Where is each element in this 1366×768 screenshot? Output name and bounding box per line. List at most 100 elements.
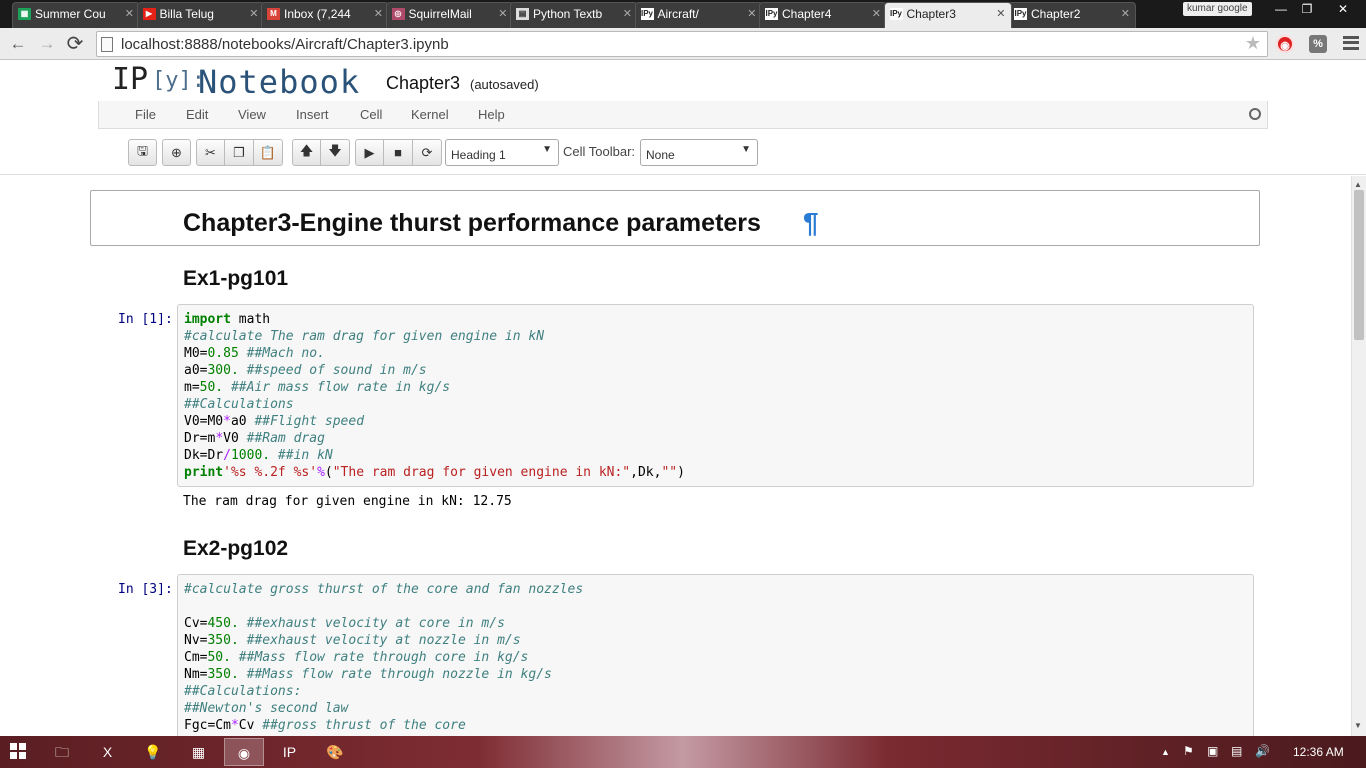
menu-insert[interactable]: Insert bbox=[296, 107, 329, 122]
scrollbar-thumb[interactable] bbox=[1354, 190, 1364, 340]
ex1-heading: Ex1-pg101 bbox=[183, 267, 289, 290]
tab-inbox-7-244[interactable]: M Inbox (7,244 ✕ bbox=[261, 2, 389, 28]
close-tab-icon[interactable]: ✕ bbox=[125, 3, 134, 25]
save-group: 🖫 bbox=[128, 139, 157, 166]
move-group: 🡅 🡇 bbox=[292, 139, 350, 166]
code-line: Dr=m*V0 ##Ram drag bbox=[184, 431, 325, 446]
move-up-icon[interactable]: 🡅 bbox=[292, 139, 321, 166]
tab-summer-cou[interactable]: ▦ Summer Cou ✕ bbox=[12, 2, 140, 28]
heading-cell[interactable]: Chapter3-Engine thurst performance param… bbox=[90, 190, 1260, 246]
close-tab-icon[interactable]: ✕ bbox=[498, 3, 507, 25]
network-icon[interactable]: ▣ bbox=[1207, 744, 1218, 758]
copy-icon[interactable]: ❐ bbox=[225, 139, 254, 166]
close-tab-icon[interactable]: ✕ bbox=[1121, 3, 1130, 25]
close-tab-icon[interactable]: ✕ bbox=[374, 3, 383, 25]
cut-icon[interactable]: ✂ bbox=[196, 139, 225, 166]
menu-kernel[interactable]: Kernel bbox=[411, 107, 449, 122]
code-line: #calculate gross thurst of the core and … bbox=[184, 582, 584, 597]
code-line: a0=300. ##speed of sound in m/s bbox=[184, 363, 427, 378]
tab-label: Chapter2 bbox=[1031, 7, 1081, 21]
code-cell-1[interactable]: import math #calculate The ram drag for g… bbox=[177, 304, 1254, 487]
chevron-down-icon: ▼ bbox=[542, 144, 552, 155]
code-line: ##Calculations bbox=[184, 397, 294, 412]
save-icon[interactable]: 🖫 bbox=[128, 139, 157, 166]
back-icon[interactable]: ← bbox=[7, 33, 29, 55]
forward-icon[interactable]: → bbox=[36, 33, 58, 55]
code-cell-2[interactable]: #calculate gross thurst of the core and … bbox=[177, 574, 1254, 736]
anchor-link-icon[interactable]: ¶ bbox=[803, 207, 819, 239]
clock[interactable]: 12:36 AM bbox=[1293, 745, 1344, 759]
code-line: ##Newton's second law bbox=[184, 701, 349, 716]
adblock-icon[interactable]: ◉ bbox=[1276, 35, 1294, 53]
menu-cell[interactable]: Cell bbox=[360, 107, 382, 122]
code-editor-1[interactable]: import math #calculate The ram drag for g… bbox=[178, 305, 1253, 481]
tab-squirrelmail[interactable]: ◎ SquirrelMail ✕ bbox=[385, 2, 514, 28]
excel-icon[interactable]: X bbox=[88, 738, 128, 766]
page-scrollbar[interactable]: ▲ ▼ bbox=[1351, 176, 1366, 736]
menu-edit[interactable]: Edit bbox=[186, 107, 208, 122]
close-window-icon[interactable]: ✕ bbox=[1325, 0, 1361, 18]
close-tab-icon[interactable]: ✕ bbox=[623, 3, 632, 25]
cell-type-select[interactable]: Heading 1 ▼ bbox=[445, 139, 559, 166]
ipython-icon[interactable]: IP bbox=[270, 738, 310, 766]
stop-icon[interactable]: ■ bbox=[384, 139, 413, 166]
tray-overflow-icon[interactable]: ▲ bbox=[1161, 747, 1170, 757]
tab-chapter3[interactable]: IPy Chapter3 ✕ bbox=[883, 2, 1012, 28]
notebook-name[interactable]: Chapter3 bbox=[386, 73, 460, 94]
maximize-icon[interactable]: ❐ bbox=[1292, 0, 1322, 18]
code-line: Fgc=Cm*Cv ##gross thrust of the core bbox=[184, 718, 466, 733]
menu-help[interactable]: Help bbox=[478, 107, 505, 122]
run-icon[interactable]: ▶ bbox=[355, 139, 384, 166]
move-down-icon[interactable]: 🡇 bbox=[321, 139, 350, 166]
tab-aircraft[interactable]: IPy Aircraft/ ✕ bbox=[634, 2, 763, 28]
tab-label: Chapter3 bbox=[906, 7, 956, 21]
profile-button[interactable]: kumar google bbox=[1183, 2, 1252, 16]
tab-python-textb[interactable]: ▤ Python Textb ✕ bbox=[510, 2, 638, 28]
paint-icon[interactable]: 🎨 bbox=[315, 738, 355, 766]
tab-label: Billa Telug bbox=[159, 7, 214, 21]
tab-billa-telug[interactable]: ▶ Billa Telug ✕ bbox=[136, 2, 265, 28]
paste-icon[interactable]: 📋 bbox=[254, 139, 283, 166]
chrome-icon[interactable]: ◉ bbox=[224, 738, 264, 766]
lightbulb-icon[interactable]: 💡 bbox=[133, 738, 173, 766]
browser-menu-icon[interactable] bbox=[1343, 36, 1359, 50]
run-group: ▶ ■ ⟳ bbox=[355, 139, 442, 166]
display-icon[interactable]: ▤ bbox=[1231, 744, 1242, 758]
close-tab-icon[interactable]: ✕ bbox=[872, 3, 881, 25]
flag-icon[interactable]: ⚑ bbox=[1183, 744, 1194, 758]
scroll-up-icon[interactable]: ▲ bbox=[1354, 180, 1362, 189]
menu-view[interactable]: View bbox=[238, 107, 266, 122]
shield-extension-icon[interactable]: % bbox=[1309, 35, 1327, 53]
tab-label: Chapter4 bbox=[782, 7, 832, 21]
ipython-logo-notebook: Notebook bbox=[198, 63, 361, 101]
windows-start-icon[interactable] bbox=[10, 743, 26, 759]
volume-icon[interactable]: 🔊 bbox=[1255, 744, 1270, 758]
menu-file[interactable]: File bbox=[135, 107, 156, 122]
insert-group: ⊕ bbox=[162, 139, 191, 166]
url-bar[interactable]: localhost:8888/notebooks/Aircraft/Chapte… bbox=[96, 31, 1268, 57]
code-line: V0=M0*a0 ##Flight speed bbox=[184, 414, 365, 429]
tab-chapter4[interactable]: IPy Chapter4 ✕ bbox=[759, 2, 887, 28]
ipython-logo[interactable]: IP bbox=[112, 62, 148, 97]
code-line: import math bbox=[184, 312, 271, 327]
url-text[interactable]: localhost:8888/notebooks/Aircraft/Chapte… bbox=[121, 36, 449, 53]
reload-icon[interactable]: ⟳ bbox=[64, 33, 86, 55]
chapter-heading: Chapter3-Engine thurst performance param… bbox=[183, 209, 761, 237]
notebook-container: Chapter3-Engine thurst performance param… bbox=[0, 176, 1351, 736]
code-editor-2[interactable]: #calculate gross thurst of the core and … bbox=[178, 575, 1253, 734]
bookmark-star-icon[interactable]: ★ bbox=[1245, 33, 1261, 54]
scroll-down-icon[interactable]: ▼ bbox=[1354, 721, 1362, 730]
code-line: Cm=50. ##Mass flow rate through core in … bbox=[184, 650, 529, 665]
calculator-icon[interactable]: ▦ bbox=[179, 738, 219, 766]
insert-cell-icon[interactable]: ⊕ bbox=[162, 139, 191, 166]
code-line: m=50. ##Air mass flow rate in kg/s bbox=[184, 380, 451, 395]
cell-toolbar-value: None bbox=[646, 148, 675, 162]
close-tab-icon[interactable]: ✕ bbox=[249, 3, 258, 25]
close-tab-icon[interactable]: ✕ bbox=[996, 3, 1005, 25]
close-tab-icon[interactable]: ✕ bbox=[747, 3, 756, 25]
file-explorer-icon[interactable]: 🗀 bbox=[42, 738, 82, 766]
restart-icon[interactable]: ⟳ bbox=[413, 139, 442, 166]
cell-toolbar-select[interactable]: None ▼ bbox=[640, 139, 758, 166]
page-icon bbox=[101, 37, 113, 52]
tab-chapter2[interactable]: IPy Chapter2 ✕ bbox=[1008, 2, 1136, 28]
